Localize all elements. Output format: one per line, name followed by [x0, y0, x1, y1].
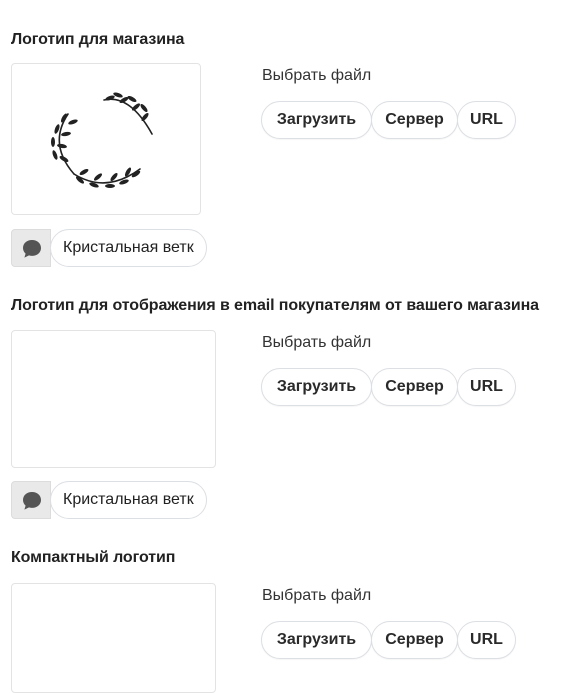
url-button[interactable]: URL — [457, 621, 516, 659]
upload-button[interactable]: Загрузить — [261, 621, 372, 659]
url-button[interactable]: URL — [457, 368, 516, 406]
choose-file-label: Выбрать файл — [262, 587, 372, 604]
section-title: Логотип для отображения в email покупате… — [11, 297, 539, 314]
logo-preview[interactable] — [11, 583, 216, 693]
upload-button[interactable]: Загрузить — [261, 101, 372, 139]
choose-file-label: Выбрать файл — [262, 334, 372, 351]
laurel-wreath-logo — [51, 92, 153, 188]
server-button[interactable]: Сервер — [371, 101, 458, 139]
alt-text-input[interactable] — [50, 481, 207, 519]
logo-preview[interactable] — [11, 63, 201, 215]
alt-text-input[interactable] — [50, 229, 207, 267]
alt-text-toggle-button[interactable] — [11, 481, 51, 519]
upload-button[interactable]: Загрузить — [261, 368, 372, 406]
choose-file-label: Выбрать файл — [262, 67, 372, 84]
section-title: Компактный логотип — [11, 549, 176, 566]
server-button[interactable]: Сервер — [371, 621, 458, 659]
server-button[interactable]: Сервер — [371, 368, 458, 406]
speech-bubble-icon — [23, 492, 41, 510]
logo-preview[interactable] — [11, 330, 216, 468]
speech-bubble-icon — [23, 240, 41, 258]
alt-text-toggle-button[interactable] — [11, 229, 51, 267]
section-title: Логотип для магазина — [11, 31, 185, 48]
url-button[interactable]: URL — [457, 101, 516, 139]
